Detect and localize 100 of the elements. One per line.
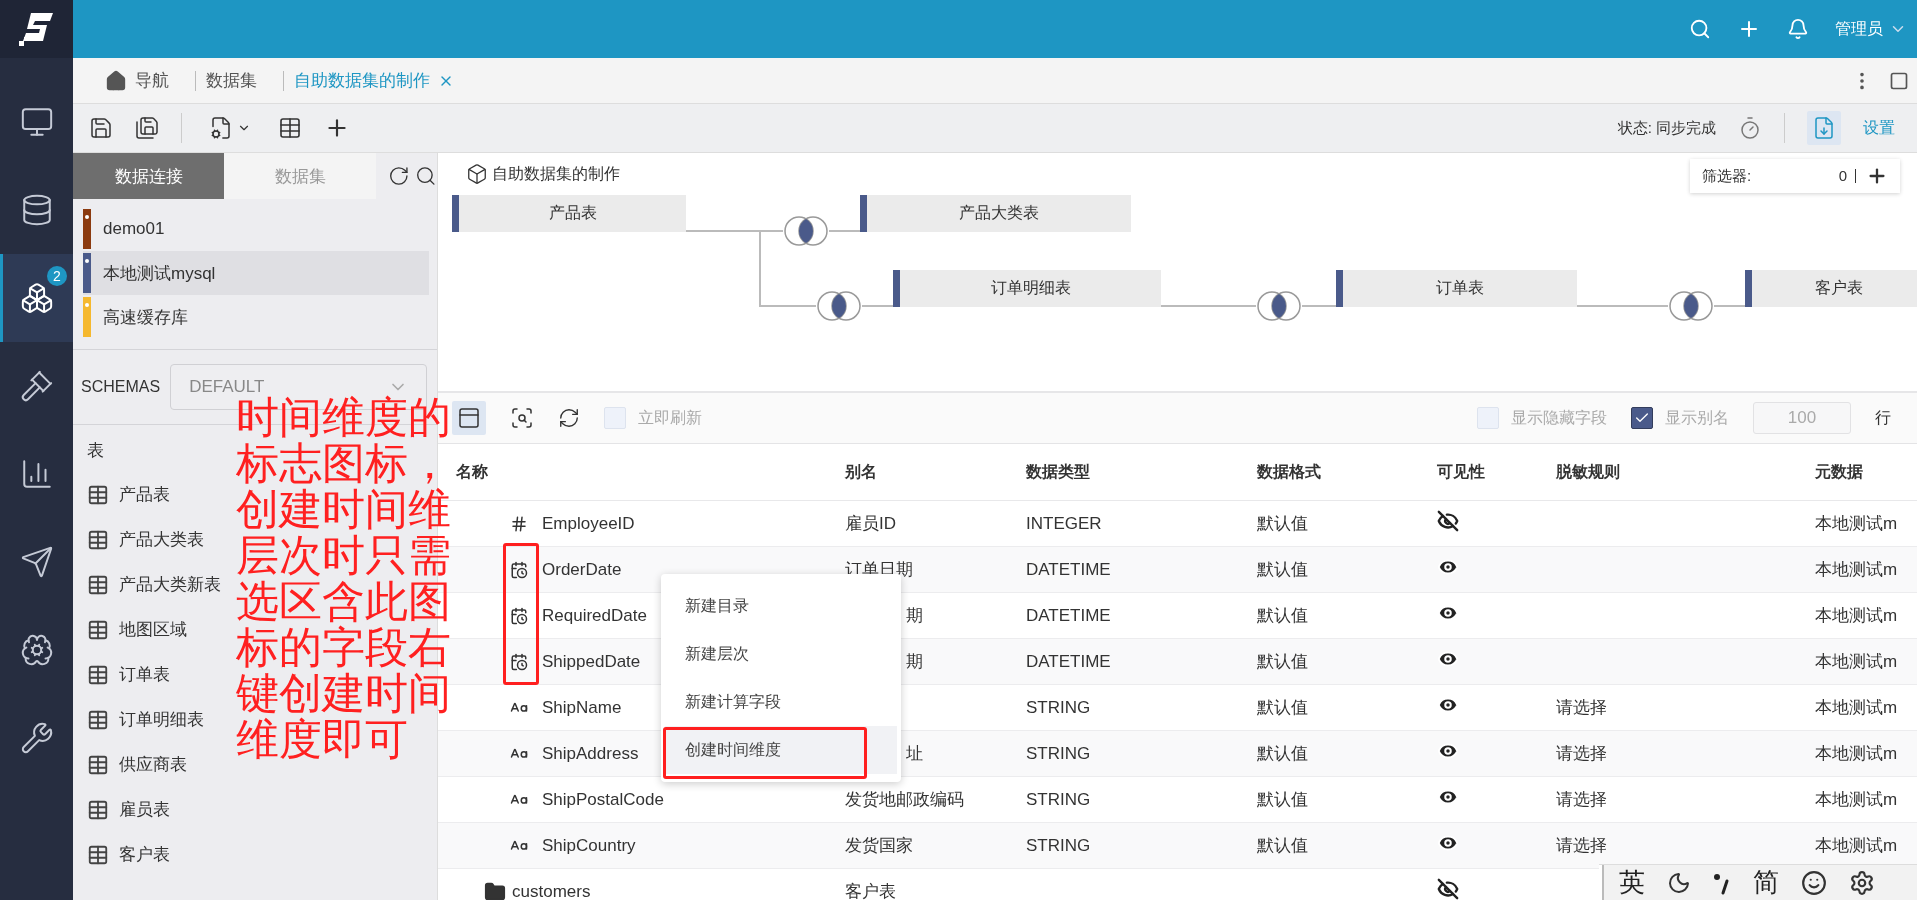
table-node[interactable]: 产品表: [452, 195, 686, 232]
table-name: 订单表: [119, 664, 170, 686]
maximize-icon[interactable]: [1889, 70, 1909, 91]
column-header: 别名: [845, 461, 878, 482]
table-cell: 默认值: [1257, 514, 1308, 533]
table-cell: 本地测试m: [1815, 744, 1898, 763]
table-cell[interactable]: 请选择: [1556, 836, 1607, 855]
table-cell: 客户表: [845, 882, 896, 900]
count-badge: 2: [47, 266, 67, 286]
table-item[interactable]: 雇员表: [87, 787, 170, 832]
connector-line: [828, 230, 861, 232]
canvas-title: 自助数据集的制作: [492, 163, 620, 184]
join-icon[interactable]: [1256, 291, 1302, 321]
file-download-icon: [1812, 116, 1836, 140]
smiley-icon[interactable]: [1801, 869, 1827, 896]
table-item[interactable]: 客户表: [87, 832, 170, 877]
connection-item[interactable]: 高速缓存库: [83, 295, 429, 339]
save-icon[interactable]: [89, 116, 113, 140]
table-icon: [87, 798, 109, 821]
wrench-icon: [19, 721, 54, 755]
join-icon[interactable]: [783, 216, 829, 246]
table-cell[interactable]: 请选择: [1556, 744, 1607, 763]
menu-item[interactable]: 新建目录: [665, 582, 897, 630]
table-name: 雇员表: [119, 799, 170, 821]
connection-item[interactable]: demo01: [83, 207, 429, 251]
field-name: ShippedDate: [542, 651, 641, 672]
table-cell: 默认值: [1257, 698, 1308, 717]
table-node[interactable]: 订单表: [1336, 270, 1577, 307]
filter-box[interactable]: 筛选器: 0: [1690, 159, 1900, 193]
connection-name: 高速缓存库: [103, 306, 188, 329]
connector-line: [1713, 305, 1746, 307]
table-node[interactable]: 产品大类表: [860, 195, 1131, 232]
table-cell[interactable]: 请选择: [1556, 698, 1607, 717]
join-icon[interactable]: [1668, 291, 1714, 321]
calendar-clock-icon: [510, 652, 528, 671]
menu-item[interactable]: 新建计算字段: [665, 678, 897, 726]
table-icon: [87, 663, 109, 686]
refresh-icon[interactable]: [387, 165, 410, 187]
table-cell-text: 期: [905, 605, 924, 627]
search-icon[interactable]: [415, 165, 437, 187]
timer-icon[interactable]: [1738, 116, 1762, 140]
refresh-icon[interactable]: [558, 407, 580, 429]
ime-mode[interactable]: 简: [1753, 865, 1779, 900]
column-header: 脱敏规则: [1556, 461, 1621, 482]
table-name: 产品大类表: [119, 529, 204, 551]
table-name: 供应商表: [119, 754, 187, 776]
table-item[interactable]: 供应商表: [87, 742, 187, 787]
field-name: ShipPostalCode: [542, 789, 664, 810]
table-node[interactable]: 订单明细表: [893, 270, 1161, 307]
table-cell-text: 期: [905, 651, 924, 673]
checkbox[interactable]: [1631, 407, 1653, 429]
bell-icon[interactable]: [1787, 18, 1809, 40]
table-node[interactable]: 客户表: [1745, 270, 1917, 307]
table-cell: STRING: [1026, 743, 1091, 763]
table-item[interactable]: 订单明细表: [87, 697, 204, 742]
connection-item[interactable]: 本地测试mysql: [83, 251, 429, 295]
tab[interactable]: 导航: [95, 69, 179, 92]
table-cell: 默认值: [1257, 560, 1308, 579]
table-item[interactable]: 地图区域: [87, 607, 187, 652]
table-item[interactable]: 产品表: [87, 472, 170, 517]
join-icon[interactable]: [816, 291, 862, 321]
connector-line: [861, 305, 894, 307]
table-item[interactable]: 订单表: [87, 652, 170, 697]
table-cell: 默认值: [1257, 652, 1308, 671]
field-name: customers: [512, 881, 591, 900]
table-cell: INTEGER: [1026, 513, 1102, 533]
calendar-clock-icon: [510, 560, 528, 579]
table-cell: 默认值: [1257, 790, 1308, 809]
ime-mode[interactable]: 英: [1619, 865, 1645, 900]
table-cell: DATETIME: [1026, 605, 1111, 625]
table-cell: STRING: [1026, 835, 1091, 855]
column-header: 可见性: [1437, 461, 1486, 482]
checkbox-label: 显示隐藏字段: [1511, 407, 1607, 428]
table-cell: STRING: [1026, 697, 1091, 717]
settings-icon[interactable]: [1849, 869, 1875, 896]
eye-off-icon[interactable]: [1437, 510, 1459, 532]
table-cell[interactable]: 请选择: [1556, 790, 1607, 809]
tab[interactable]: 数据集: [195, 70, 267, 91]
column-header: 数据类型: [1026, 461, 1091, 482]
folder-icon: [484, 880, 506, 900]
table-cell: DATETIME: [1026, 559, 1111, 579]
table-name: 产品大类新表: [119, 574, 221, 596]
table-cell: 本地测试m: [1815, 790, 1898, 809]
eye-off-icon[interactable]: [1437, 878, 1459, 900]
table-cell: 本地测试m: [1815, 836, 1898, 855]
home-icon: [105, 69, 127, 92]
field-name: RequiredDate: [542, 605, 647, 626]
table-item[interactable]: 产品大类新表: [87, 562, 221, 607]
table-name: 客户表: [119, 844, 170, 866]
save-as-icon[interactable]: [135, 116, 159, 140]
field-settings-button[interactable]: [452, 401, 486, 435]
table-icon[interactable]: [278, 116, 302, 140]
menu-item[interactable]: 创建时间维度: [665, 726, 897, 774]
panel-tab[interactable]: 数据连接: [73, 153, 225, 199]
moon-icon[interactable]: [1667, 870, 1691, 895]
table-item[interactable]: 产品大类表: [87, 517, 204, 562]
table-cell: 发货地邮政编码: [845, 790, 964, 809]
menu-item[interactable]: 新建层次: [665, 630, 897, 678]
table-icon: [87, 573, 109, 596]
preview-icon[interactable]: [510, 406, 534, 430]
